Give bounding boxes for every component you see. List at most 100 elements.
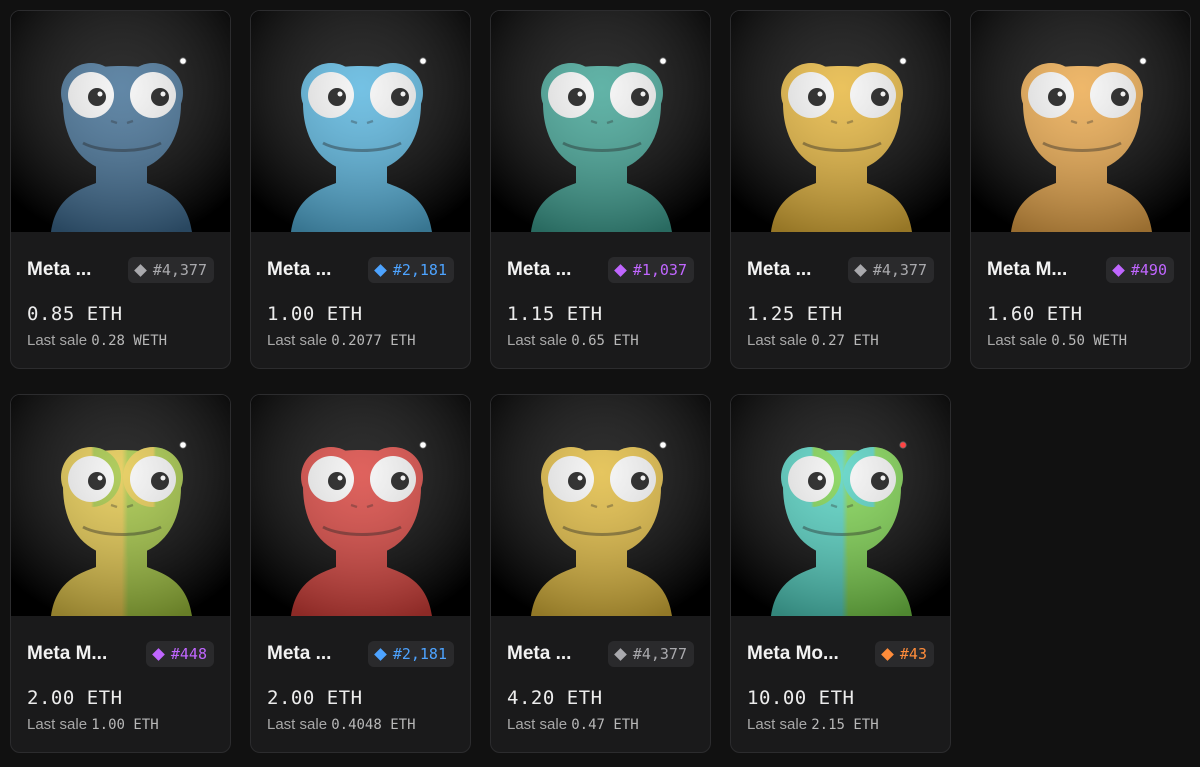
rarity-badge: #4,377 (847, 257, 934, 283)
nft-grid: Meta ... #4,377 0.85 ETH Last sale 0.28 … (10, 10, 1191, 753)
last-sale-value: 0.47 ETH (571, 717, 639, 733)
last-sale: Last sale 0.27 ETH (747, 332, 934, 349)
rarity-rank: #1,037 (632, 261, 687, 279)
rarity-badge: #43 (874, 641, 934, 667)
last-sale-value: 0.27 ETH (811, 333, 879, 349)
last-sale-label: Last sale (507, 716, 568, 733)
nft-thumbnail[interactable] (251, 395, 470, 616)
nft-price: 1.00 ETH (267, 303, 363, 325)
rarity-rank: #490 (1130, 261, 1167, 279)
diamond-icon (373, 263, 387, 277)
rarity-badge: #448 (145, 641, 214, 667)
rarity-rank: #4,377 (872, 261, 927, 279)
nft-card[interactable]: Meta ... #4,377 0.85 ETH Last sale 0.28 … (10, 10, 231, 369)
rarity-badge: #4,377 (607, 641, 694, 667)
rarity-badge: #490 (1105, 257, 1174, 283)
frog-artwork (11, 11, 230, 232)
nft-thumbnail[interactable] (11, 395, 230, 616)
nft-price: 0.85 ETH (27, 303, 123, 325)
diamond-icon (152, 647, 165, 661)
last-sale-label: Last sale (747, 716, 808, 733)
diamond-icon (613, 647, 627, 661)
rarity-badge: #1,037 (607, 257, 694, 283)
nft-card[interactable]: Meta ... #4,377 4.20 ETH Last sale 0.47 … (490, 394, 711, 753)
nft-price: 1.25 ETH (747, 303, 843, 325)
last-sale-label: Last sale (987, 332, 1048, 349)
nft-card[interactable]: Meta Mo... #43 10.00 ETH Last sale 2.15 … (730, 394, 951, 753)
nft-thumbnail[interactable] (251, 11, 470, 232)
last-sale-label: Last sale (27, 716, 88, 733)
diamond-icon (373, 647, 387, 661)
nft-price: 4.20 ETH (507, 687, 603, 709)
diamond-icon (133, 263, 147, 277)
nft-thumbnail[interactable] (11, 11, 230, 232)
nft-price: 2.00 ETH (267, 687, 363, 709)
nft-name: Meta Mo... (747, 643, 839, 664)
rarity-rank: #2,181 (392, 261, 447, 279)
nft-price: 1.60 ETH (987, 303, 1083, 325)
diamond-icon (881, 647, 894, 661)
nft-thumbnail[interactable] (491, 11, 710, 232)
last-sale-value: 0.4048 ETH (331, 717, 416, 733)
last-sale-value: 2.15 ETH (811, 717, 879, 733)
nft-name: Meta ... (507, 259, 572, 280)
frog-artwork (491, 395, 710, 616)
last-sale-value: 0.50 WETH (1051, 333, 1128, 349)
rarity-rank: #448 (170, 645, 207, 663)
last-sale-value: 0.2077 ETH (331, 333, 416, 349)
last-sale: Last sale 0.65 ETH (507, 332, 694, 349)
diamond-icon (853, 263, 867, 277)
nft-card[interactable]: Meta M... #448 2.00 ETH Last sale 1.00 E… (10, 394, 231, 753)
frog-artwork (251, 395, 470, 616)
last-sale-label: Last sale (507, 332, 568, 349)
nft-name: Meta ... (747, 259, 812, 280)
nft-card[interactable]: Meta ... #4,377 1.25 ETH Last sale 0.27 … (730, 10, 951, 369)
rarity-rank: #43 (899, 645, 927, 663)
last-sale-value: 0.65 ETH (571, 333, 639, 349)
rarity-rank: #2,181 (392, 645, 447, 663)
nft-name: Meta ... (267, 259, 332, 280)
nft-name: Meta ... (267, 643, 332, 664)
last-sale: Last sale 0.47 ETH (507, 716, 694, 733)
last-sale: Last sale 0.2077 ETH (267, 332, 454, 349)
last-sale: Last sale 0.4048 ETH (267, 716, 454, 733)
frog-artwork (971, 11, 1190, 232)
nft-thumbnail[interactable] (491, 395, 710, 616)
last-sale: Last sale 2.15 ETH (747, 716, 934, 733)
last-sale: Last sale 1.00 ETH (27, 716, 214, 733)
last-sale: Last sale 0.50 WETH (987, 332, 1174, 349)
diamond-icon (613, 263, 627, 277)
last-sale-label: Last sale (267, 716, 328, 733)
frog-artwork (731, 395, 950, 616)
nft-card[interactable]: Meta ... #2,181 2.00 ETH Last sale 0.404… (250, 394, 471, 753)
rarity-rank: #4,377 (152, 261, 207, 279)
nft-price: 2.00 ETH (27, 687, 123, 709)
last-sale-label: Last sale (747, 332, 808, 349)
last-sale-label: Last sale (27, 332, 88, 349)
rarity-badge: #2,181 (367, 257, 454, 283)
nft-thumbnail[interactable] (731, 11, 950, 232)
nft-name: Meta M... (27, 643, 108, 664)
last-sale: Last sale 0.28 WETH (27, 332, 214, 349)
nft-thumbnail[interactable] (971, 11, 1190, 232)
frog-artwork (11, 395, 230, 616)
nft-card[interactable]: Meta ... #1,037 1.15 ETH Last sale 0.65 … (490, 10, 711, 369)
nft-name: Meta M... (987, 259, 1068, 280)
rarity-badge: #2,181 (367, 641, 454, 667)
nft-thumbnail[interactable] (731, 395, 950, 616)
last-sale-label: Last sale (267, 332, 328, 349)
nft-card[interactable]: Meta ... #2,181 1.00 ETH Last sale 0.207… (250, 10, 471, 369)
diamond-icon (1112, 263, 1125, 277)
frog-artwork (731, 11, 950, 232)
last-sale-value: 1.00 ETH (91, 717, 159, 733)
nft-price: 10.00 ETH (747, 687, 855, 709)
frog-artwork (251, 11, 470, 232)
nft-name: Meta ... (507, 643, 572, 664)
rarity-badge: #4,377 (127, 257, 214, 283)
nft-price: 1.15 ETH (507, 303, 603, 325)
last-sale-value: 0.28 WETH (91, 333, 168, 349)
frog-artwork (491, 11, 710, 232)
nft-name: Meta ... (27, 259, 92, 280)
rarity-rank: #4,377 (632, 645, 687, 663)
nft-card[interactable]: Meta M... #490 1.60 ETH Last sale 0.50 W… (970, 10, 1191, 369)
